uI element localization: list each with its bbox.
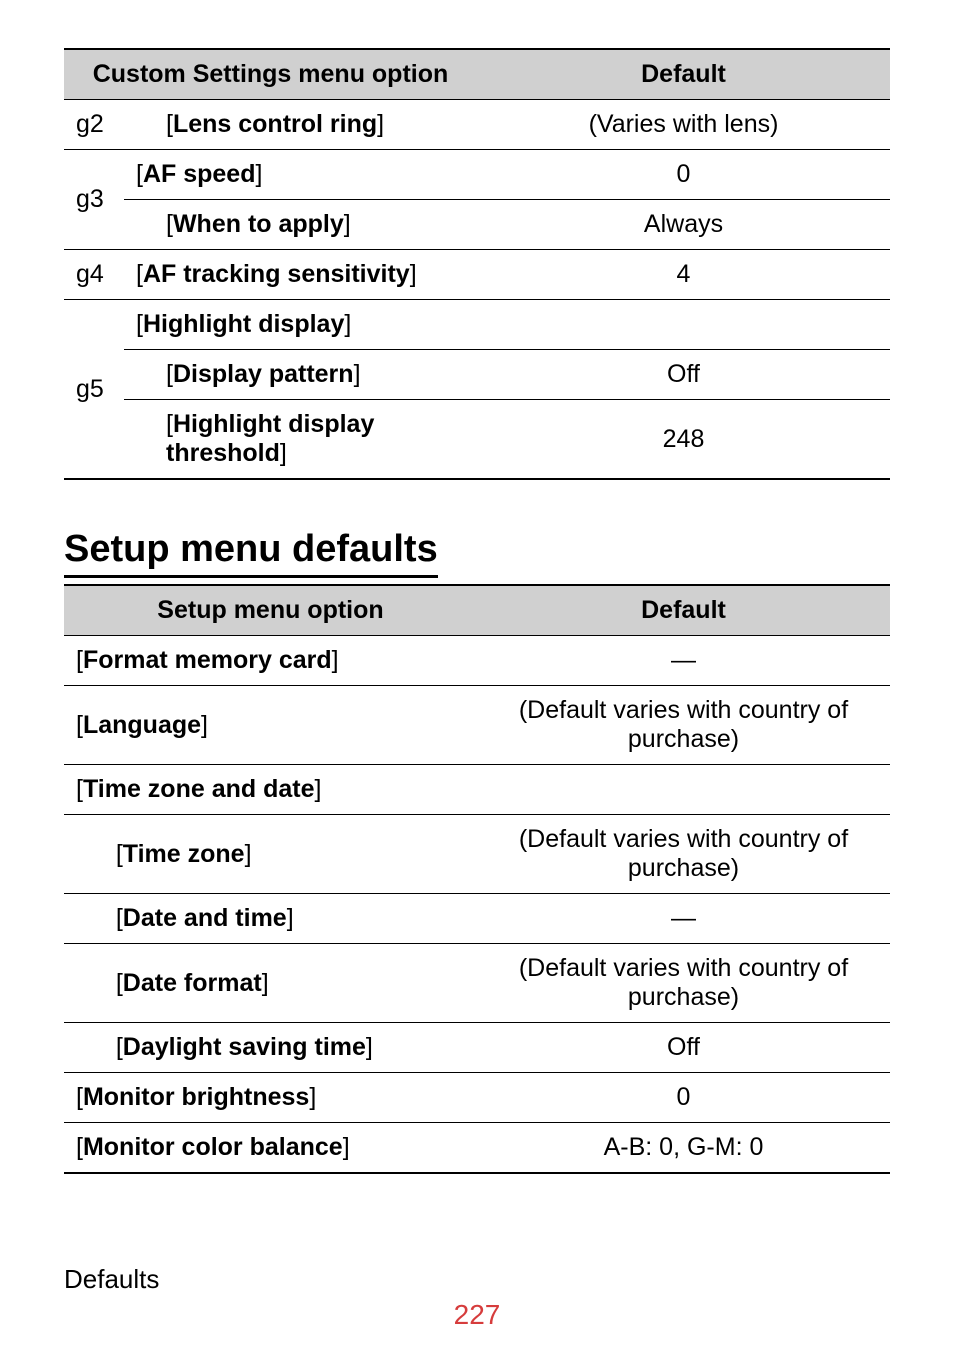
r1-option: [Format memory card]	[64, 636, 477, 686]
r1-default: —	[477, 636, 890, 686]
g4-option: [AF tracking sensitivity]	[124, 250, 477, 300]
r3-s2-option: [Date and time]	[104, 894, 477, 944]
g5-sub2-default: 248	[477, 400, 890, 480]
setup-menu-table: Setup menu option Default [Format memory…	[64, 584, 890, 1174]
g2-label: g2	[64, 100, 124, 150]
r3-s3-default: (Default varies with country of purchase…	[477, 944, 890, 1023]
g2-option: [Lens control ring]	[154, 100, 477, 150]
r3-s1-default: (Default varies with country of purchase…	[477, 815, 890, 894]
g5-sub2-option: [Highlight display threshold]	[154, 400, 477, 480]
r3-s3-option: [Date format]	[104, 944, 477, 1023]
r4-option: [Monitor brightness]	[64, 1073, 477, 1123]
t2-header-default: Default	[477, 585, 890, 636]
r4-default: 0	[477, 1073, 890, 1123]
r3-s4-default: Off	[477, 1023, 890, 1073]
r2-option: [Language]	[64, 686, 477, 765]
g4-label: g4	[64, 250, 124, 300]
g5-sub1-option: [Display pattern]	[154, 350, 477, 400]
r3-s1-option: [Time zone]	[104, 815, 477, 894]
r3-s4-option: [Daylight saving time]	[104, 1023, 477, 1073]
footer-section-label: Defaults	[64, 1264, 890, 1295]
g3-default: 0	[477, 150, 890, 200]
r3-head: [Time zone and date]	[64, 765, 890, 815]
page-number: 227	[64, 1299, 890, 1331]
r5-default: A-B: 0, G-M: 0	[477, 1123, 890, 1174]
g3-label: g3	[64, 150, 124, 250]
g3-sub-option: [When to apply]	[154, 200, 477, 250]
t1-header-option: Custom Settings menu option	[64, 49, 477, 100]
g3-option: [AF speed]	[124, 150, 477, 200]
g5-sub1-default: Off	[477, 350, 890, 400]
g5-head: [Highlight display]	[124, 300, 890, 350]
g5-label: g5	[64, 300, 124, 480]
g3-sub-default: Always	[477, 200, 890, 250]
section-title: Setup menu defaults	[64, 528, 438, 578]
t2-header-option: Setup menu option	[64, 585, 477, 636]
g2-default: (Varies with lens)	[477, 100, 890, 150]
r3-s2-default: —	[477, 894, 890, 944]
r5-option: [Monitor color balance]	[64, 1123, 477, 1174]
g4-default: 4	[477, 250, 890, 300]
r2-default: (Default varies with country of purchase…	[477, 686, 890, 765]
t1-header-default: Default	[477, 49, 890, 100]
custom-settings-table: Custom Settings menu option Default g2 […	[64, 48, 890, 480]
